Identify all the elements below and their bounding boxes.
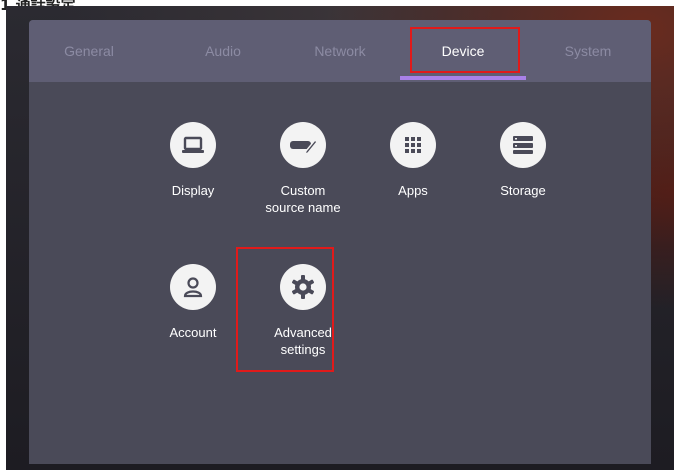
storage-icon xyxy=(500,122,546,168)
account-label: Account xyxy=(169,325,217,340)
settings-panel: General Audio Network Device System Disp… xyxy=(29,20,651,464)
advanced-settings-highlight xyxy=(236,247,334,372)
account-item[interactable]: Account xyxy=(138,264,248,341)
person-icon xyxy=(170,264,216,310)
apps-label: Apps xyxy=(398,183,428,198)
tab-audio[interactable]: Audio xyxy=(167,20,279,82)
device-tab-highlight xyxy=(410,27,520,73)
apps-item[interactable]: Apps xyxy=(358,122,468,199)
tab-system[interactable]: System xyxy=(532,20,644,82)
storage-label: Storage xyxy=(500,183,546,198)
grid-icon xyxy=(390,122,436,168)
tab-bar: General Audio Network Device System xyxy=(29,20,651,82)
custom-source-name-label: Custom source name xyxy=(265,183,341,215)
display-item[interactable]: Display xyxy=(138,122,248,199)
active-tab-indicator xyxy=(400,76,526,80)
display-label: Display xyxy=(171,183,215,198)
rename-icon xyxy=(280,122,326,168)
storage-item[interactable]: Storage xyxy=(468,122,578,199)
laptop-icon xyxy=(170,122,216,168)
tab-general[interactable]: General xyxy=(33,20,145,82)
custom-source-name-item[interactable]: Custom source name xyxy=(248,122,358,216)
tab-network[interactable]: Network xyxy=(284,20,396,82)
